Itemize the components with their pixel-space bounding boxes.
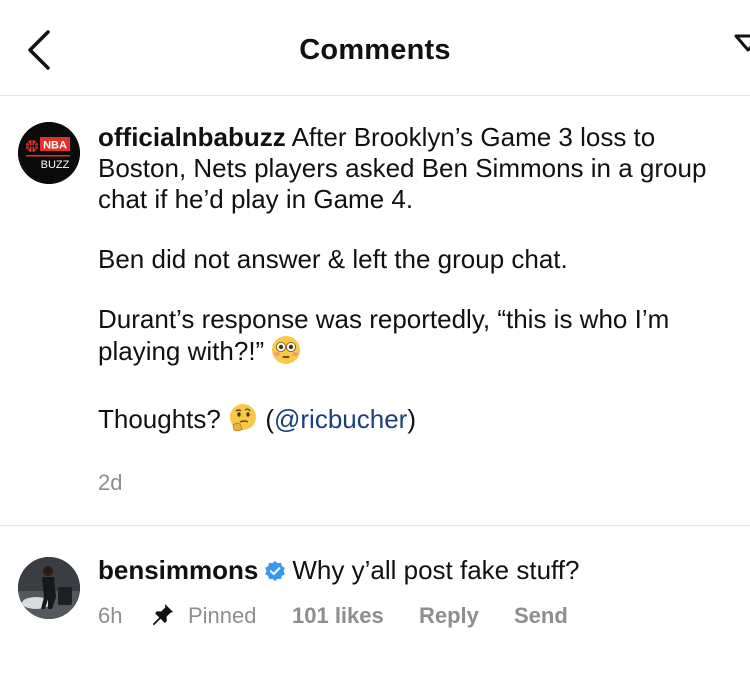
- caption-paragraph-3-text: Durant’s response was reportedly, “this …: [98, 304, 670, 366]
- nba-buzz-logo: NBA BUZZ: [18, 122, 80, 184]
- flushed-face-emoji: [272, 336, 301, 364]
- caption-thoughts: Thoughts?: [98, 404, 221, 434]
- caption-text: officialnbabuzz After Brooklyn’s Game 3 …: [98, 122, 748, 435]
- send-comment-button[interactable]: Send: [514, 603, 568, 629]
- commenter-avatar[interactable]: [18, 557, 80, 619]
- caption-paragraph-3: Durant’s response was reportedly, “this …: [98, 304, 748, 367]
- post-caption: NBA BUZZ officialnbabuzz After Brooklyn’…: [0, 96, 750, 526]
- paper-plane-icon: [734, 34, 750, 52]
- comment-text: Why y’all post fake stuff?: [292, 555, 580, 585]
- header-bar: Comments: [0, 0, 750, 96]
- pinned-label: Pinned: [188, 603, 257, 628]
- likes-count[interactable]: 101 likes: [292, 603, 384, 629]
- profile-photo-image: [18, 557, 80, 619]
- pin-icon: [150, 601, 176, 633]
- thinking-face-emoji: [230, 404, 257, 432]
- comment-content: bensimmons Why y’all post fake stuff?: [98, 555, 579, 586]
- caption-paragraph-4: Thoughts? (@ricbucher): [98, 403, 748, 435]
- post-username[interactable]: officialnbabuzz: [98, 122, 286, 152]
- caption-paragraph-2: Ben did not answer & left the group chat…: [98, 244, 568, 274]
- post-timestamp: 2d: [98, 470, 123, 495]
- mention-open: (: [258, 404, 274, 434]
- reply-button[interactable]: Reply: [419, 603, 479, 629]
- mention-link[interactable]: @ricbucher: [274, 404, 407, 434]
- comment-row: bensimmons Why y’all post fake stuff? 6h…: [0, 527, 750, 675]
- page-title: Comments: [299, 34, 451, 66]
- avatar[interactable]: NBA BUZZ: [18, 122, 80, 184]
- caption-paragraph-1: officialnbabuzz After Brooklyn’s Game 3 …: [98, 122, 748, 215]
- mention-close: ): [407, 404, 416, 434]
- commenter-username[interactable]: bensimmons: [98, 555, 258, 585]
- logo-text-bottom: BUZZ: [41, 159, 70, 171]
- logo-text-top: NBA: [43, 140, 67, 152]
- comment-time: 6h: [98, 603, 123, 628]
- send-button[interactable]: [734, 30, 750, 60]
- verified-badge-icon: [265, 561, 286, 581]
